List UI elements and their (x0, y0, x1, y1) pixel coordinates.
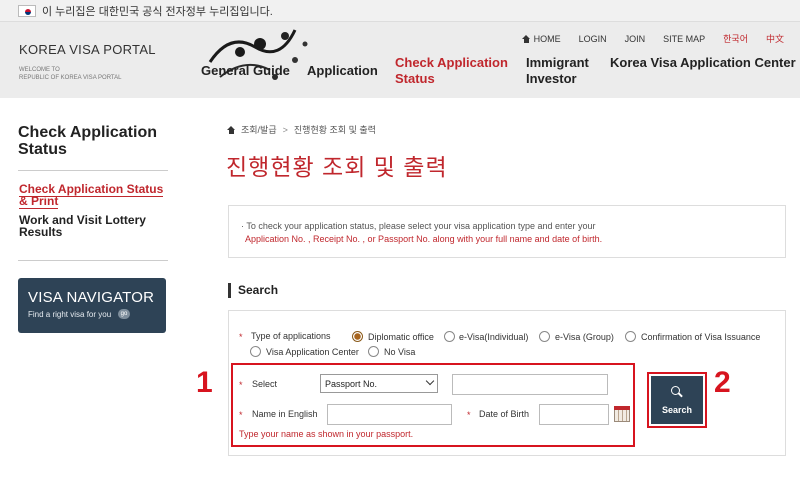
radio-label[interactable]: Diplomatic office (368, 332, 434, 342)
home-icon[interactable] (227, 125, 236, 134)
visa-navigator-banner[interactable]: VISA NAVIGATOR Find a right visa for you… (18, 278, 166, 333)
search-button[interactable]: Search (651, 376, 703, 424)
utility-menu: HOME LOGIN JOIN SITE MAP 한국어 中文 (504, 32, 784, 45)
logo-sub-line-2: REPUBLIC OF KOREA VISA PORTAL (19, 75, 122, 81)
korea-flag-icon (18, 4, 36, 17)
site-header: KOREA VISA PORTAL WELCOME TO REPUBLIC OF… (0, 22, 800, 98)
sidebar-item-check-status[interactable]: Check Application Status & Print (19, 182, 164, 209)
nav-immigrant-line-1: Immigrant (526, 55, 589, 70)
notice-line-1: · To check your application status, plea… (241, 221, 596, 231)
notice-box: · To check your application status, plea… (228, 205, 786, 258)
nav-general-guide[interactable]: General Guide (201, 63, 290, 79)
gov-banner-text: 이 누리집은 대한민국 공식 전자정부 누리집입니다. (42, 5, 273, 18)
visa-navigator-title: VISA NAVIGATOR (28, 289, 155, 306)
annotation-number-2: 2 (714, 366, 731, 399)
sidebar-title: Check Application Status (18, 124, 188, 158)
sidebar-item-lottery-results[interactable]: Work and Visit Lottery Results (19, 214, 146, 238)
lang-chinese-link[interactable]: 中文 (766, 32, 784, 45)
join-link[interactable]: JOIN (625, 34, 646, 44)
breadcrumb-current: 진행현황 조회 및 출력 (293, 125, 376, 135)
login-link[interactable]: LOGIN (579, 34, 607, 44)
search-button-label: Search (661, 405, 693, 415)
sidebar-title-line-2: Status (18, 141, 67, 158)
sidebar-item-label: & Print (19, 194, 59, 209)
ink-brush-decoration (208, 29, 308, 80)
nav-check-line-2: Status (395, 71, 435, 86)
nav-visa-center[interactable]: Korea Visa Application Center (610, 55, 796, 71)
logo-subtitle: WELCOME TO REPUBLIC OF KOREA VISA PORTAL (19, 66, 121, 82)
logo-sub-line-1: WELCOME TO (19, 67, 60, 73)
breadcrumb: 조회/발급 > 진행현황 조회 및 출력 (227, 123, 376, 136)
home-link-label: HOME (533, 33, 561, 44)
sidebar-divider (18, 170, 168, 171)
page-title: 진행현황 조회 및 출력 (226, 154, 448, 180)
nav-check-line-1: Check Application (395, 55, 508, 70)
radio-no-visa[interactable] (368, 346, 379, 357)
radio-evisa-individual[interactable] (444, 331, 455, 342)
sidebar-item-label: Results (19, 225, 63, 239)
nav-immigrant-line-2: Investor (526, 71, 577, 86)
sidebar-divider (18, 260, 168, 261)
nav-application[interactable]: Application (307, 63, 378, 79)
radio-label[interactable]: No Visa (384, 347, 415, 357)
search-icon (671, 386, 680, 395)
breadcrumb-item[interactable]: 조회/발급 (241, 123, 277, 136)
home-icon (521, 34, 531, 43)
nav-immigrant-investor[interactable]: Immigrant Investor (526, 55, 589, 87)
radio-visa-application-center[interactable] (250, 346, 261, 357)
radio-label[interactable]: Confirmation of Visa Issuance (641, 332, 760, 342)
go-icon: go (118, 309, 130, 319)
sitemap-link[interactable]: SITE MAP (663, 34, 705, 44)
radio-confirmation-visa-issuance[interactable] (625, 331, 636, 342)
annotation-highlight-box (231, 363, 635, 447)
type-of-applications-label: Type of applications (251, 331, 331, 341)
logo-title[interactable]: KOREA VISA PORTAL (19, 42, 156, 57)
radio-label[interactable]: e-Visa(Individual) (459, 332, 528, 342)
breadcrumb-separator: > (282, 124, 288, 135)
required-mark: * (239, 332, 243, 342)
visa-navigator-subtitle: Find a right visa for you (28, 310, 112, 319)
gov-banner: 이 누리집은 대한민국 공식 전자정부 누리집입니다. (0, 0, 800, 22)
search-section-heading: Search (228, 283, 278, 298)
radio-diplomatic-office[interactable] (352, 331, 363, 342)
notice-line-2: Application No. , Receipt No. , or Passp… (245, 234, 603, 244)
nav-check-status[interactable]: Check Application Status (395, 55, 508, 87)
annotation-number-1: 1 (196, 366, 213, 399)
radio-label[interactable]: e-Visa (Group) (555, 332, 614, 342)
lang-korean-link[interactable]: 한국어 (723, 32, 748, 45)
sidebar-title-line-1: Check Application (18, 124, 157, 141)
radio-label[interactable]: Visa Application Center (266, 347, 359, 357)
radio-evisa-group[interactable] (539, 331, 550, 342)
home-link[interactable]: HOME (521, 33, 561, 44)
